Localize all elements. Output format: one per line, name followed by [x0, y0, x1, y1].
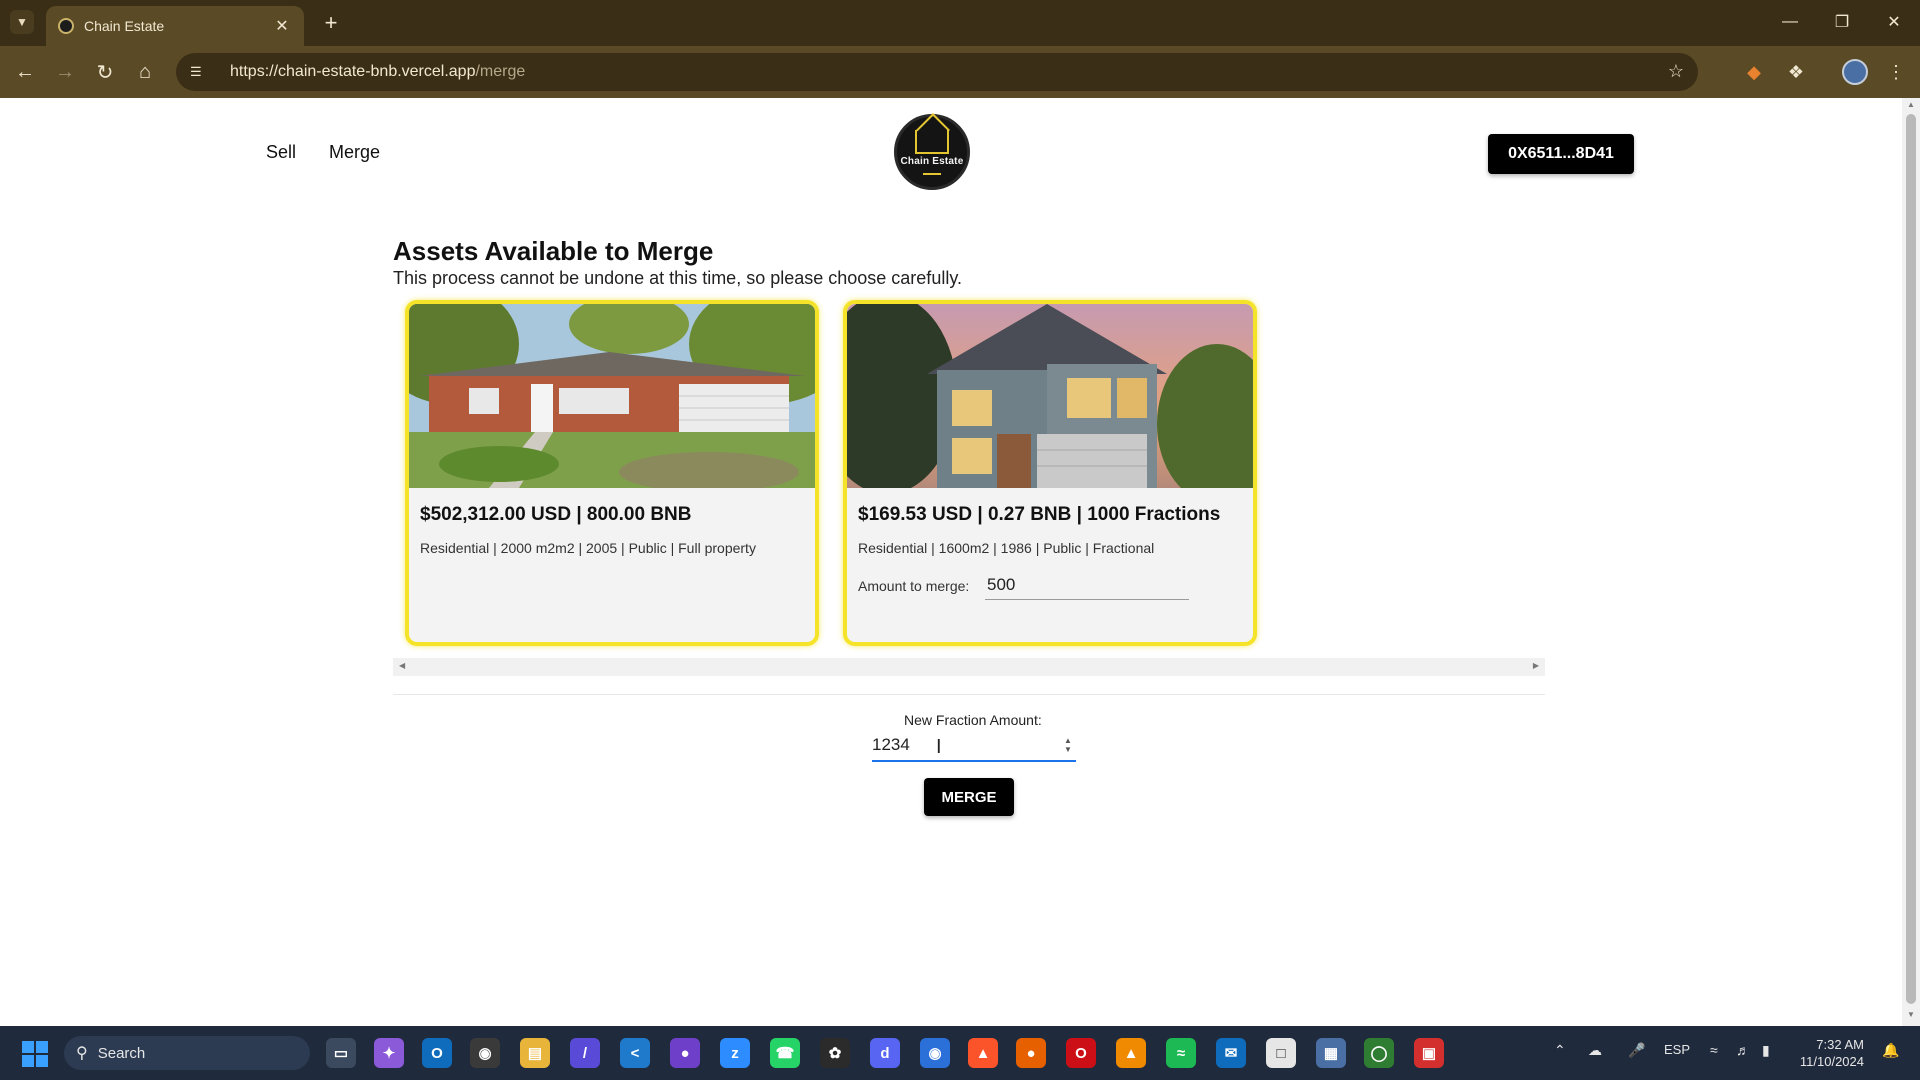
taskbar-search[interactable]: ⚲ Search	[64, 1036, 310, 1070]
minimize-button[interactable]: —	[1770, 8, 1810, 36]
copilot-icon[interactable]: ✦	[374, 1038, 404, 1068]
scroll-thumb[interactable]	[1906, 114, 1916, 1004]
search-icon: ⚲	[76, 1045, 88, 1062]
document-icon[interactable]: □	[1266, 1038, 1296, 1068]
circle-app-icon[interactable]: ◯	[1364, 1038, 1394, 1068]
windows-taskbar: ⚲ Search ▭ ✦ O ◉ ▤ / < ● z ☎ ✿ d ◉ ▲ ● O…	[0, 1026, 1920, 1080]
site-info-icon[interactable]: ☰	[190, 64, 214, 80]
language-indicator[interactable]: ESP	[1664, 1042, 1690, 1057]
vlc-icon[interactable]: ▲	[1116, 1038, 1146, 1068]
wallet-address-button[interactable]: 0X6511...8D41	[1488, 134, 1634, 174]
chain-estate-logo[interactable]: Chain Estate	[894, 114, 970, 190]
url-text: https://chain-estate-bnb.vercel.app/merg…	[230, 63, 525, 81]
app-editor-icon[interactable]: /	[570, 1038, 600, 1068]
tab-title: Chain Estate	[84, 18, 165, 34]
chevron-icon	[923, 169, 941, 175]
amount-to-merge-label: Amount to merge:	[858, 578, 970, 594]
clock-time: 7:32 AM	[1816, 1037, 1864, 1052]
scroll-down-icon[interactable]: ▼	[1902, 1010, 1920, 1024]
restore-button[interactable]: ❐	[1822, 8, 1862, 36]
whatsapp-icon[interactable]: ☎	[770, 1038, 800, 1068]
asset-details: Residential | 1600m2 | 1986 | Public | F…	[858, 540, 1155, 556]
brave-icon[interactable]: ▲	[968, 1038, 998, 1068]
zoom-icon[interactable]: z	[720, 1038, 750, 1068]
mail-icon[interactable]: ✉	[1216, 1038, 1246, 1068]
scroll-left-icon[interactable]: ◀	[399, 661, 405, 670]
property-image-ranch-house	[409, 304, 815, 488]
opera-icon[interactable]: O	[1066, 1038, 1096, 1068]
clock-date: 11/10/2024	[1799, 1054, 1864, 1069]
property-image-two-story-house	[847, 304, 1253, 488]
file-explorer-icon[interactable]: ▤	[520, 1038, 550, 1068]
notifications-bell-icon[interactable]: 🔔	[1882, 1042, 1899, 1059]
logo-text: Chain Estate	[900, 155, 964, 167]
onedrive-icon[interactable]: ☁	[1588, 1042, 1602, 1059]
new-fraction-amount-input[interactable]	[872, 730, 1076, 762]
url-host: https://chain-estate-bnb.vercel.app	[230, 63, 476, 80]
cards-horizontal-scrollbar[interactable]: ◀ ▶	[393, 658, 1545, 676]
number-stepper-icon[interactable]: ▲ ▼	[1062, 736, 1074, 756]
url-path: /merge	[475, 63, 526, 80]
metamask-extension-icon[interactable]: ◆	[1740, 58, 1768, 86]
asset-price: $502,312.00 USD | 800.00 BNB	[420, 504, 692, 525]
firefox-icon[interactable]: ●	[1016, 1038, 1046, 1068]
asset-details: Residential | 2000 m2m2 | 2005 | Public …	[420, 540, 756, 556]
wifi-icon[interactable]: ≈	[1710, 1042, 1718, 1058]
page: Sell Merge Chain Estate 0X6511...8D41 As…	[0, 98, 1902, 1026]
app-icon[interactable]: ◉	[470, 1038, 500, 1068]
new-fraction-amount-label: New Fraction Amount:	[904, 712, 1042, 728]
chrome-icon[interactable]: ◉	[920, 1038, 950, 1068]
merge-button[interactable]: MERGE	[924, 778, 1014, 816]
house-icon	[915, 129, 949, 154]
bookmark-star-icon[interactable]: ☆	[1668, 61, 1684, 82]
battery-icon[interactable]: ▮	[1762, 1042, 1770, 1059]
taskbar-search-label: Search	[97, 1044, 146, 1062]
volume-icon[interactable]: ♬	[1736, 1042, 1750, 1058]
vscode-icon[interactable]: <	[620, 1038, 650, 1068]
text-cursor-icon: I	[936, 736, 942, 758]
reload-icon[interactable]: ↻	[90, 58, 120, 86]
close-window-button[interactable]: ✕	[1874, 8, 1914, 36]
browser-tab[interactable]: Chain Estate ✕	[46, 6, 304, 46]
microphone-icon[interactable]: 🎤	[1628, 1042, 1645, 1059]
asset-price: $169.53 USD | 0.27 BNB | 1000 Fractions	[858, 504, 1221, 525]
page-title: Assets Available to Merge	[393, 236, 714, 266]
asset-card-1[interactable]: $502,312.00 USD | 800.00 BNB Residential…	[405, 300, 819, 646]
nav-sell-link[interactable]: Sell	[266, 142, 296, 163]
discord-icon[interactable]: d	[870, 1038, 900, 1068]
network-app-icon[interactable]: ▦	[1316, 1038, 1346, 1068]
outlook-icon[interactable]: O	[422, 1038, 452, 1068]
divider	[393, 694, 1545, 695]
browser-tab-strip: ▼ Chain Estate ✕ + — ❐ ✕	[0, 0, 1920, 46]
page-scrollbar[interactable]: ▲ ▼	[1902, 98, 1920, 1026]
favicon-icon	[58, 18, 74, 34]
extensions-puzzle-icon[interactable]: ❖	[1782, 58, 1810, 86]
openai-icon[interactable]: ✿	[820, 1038, 850, 1068]
taskbar-clock[interactable]: 7:32 AM 11/10/2024	[1790, 1036, 1864, 1070]
tray-overflow-icon[interactable]: ⌃	[1554, 1042, 1566, 1059]
tab-search-button[interactable]: ▼	[10, 10, 34, 34]
browser-menu-icon[interactable]: ⋮	[1882, 58, 1910, 86]
amount-to-merge-input[interactable]	[985, 570, 1189, 600]
browser-toolbar: ← → ↻ ⌂ ☰ https://chain-estate-bnb.verce…	[0, 46, 1920, 98]
profile-avatar[interactable]	[1842, 59, 1868, 85]
new-tab-button[interactable]: +	[318, 10, 344, 36]
back-icon[interactable]: ←	[10, 58, 40, 86]
scroll-right-icon[interactable]: ▶	[1533, 661, 1539, 670]
github-icon[interactable]: ●	[670, 1038, 700, 1068]
windows-start-icon[interactable]	[22, 1041, 48, 1067]
scroll-up-icon[interactable]: ▲	[1902, 100, 1920, 114]
home-icon[interactable]: ⌂	[130, 58, 160, 86]
nav-merge-link[interactable]: Merge	[329, 142, 380, 163]
address-bar[interactable]: ☰ https://chain-estate-bnb.vercel.app/me…	[176, 53, 1698, 91]
asset-card-2[interactable]: $169.53 USD | 0.27 BNB | 1000 Fractions …	[843, 300, 1257, 646]
forward-icon[interactable]: →	[50, 58, 80, 86]
calendar-app-icon[interactable]: ▣	[1414, 1038, 1444, 1068]
spotify-icon[interactable]: ≈	[1166, 1038, 1196, 1068]
task-view-icon[interactable]: ▭	[326, 1038, 356, 1068]
close-tab-icon[interactable]: ✕	[272, 16, 292, 36]
page-subtitle: This process cannot be undone at this ti…	[393, 268, 962, 288]
